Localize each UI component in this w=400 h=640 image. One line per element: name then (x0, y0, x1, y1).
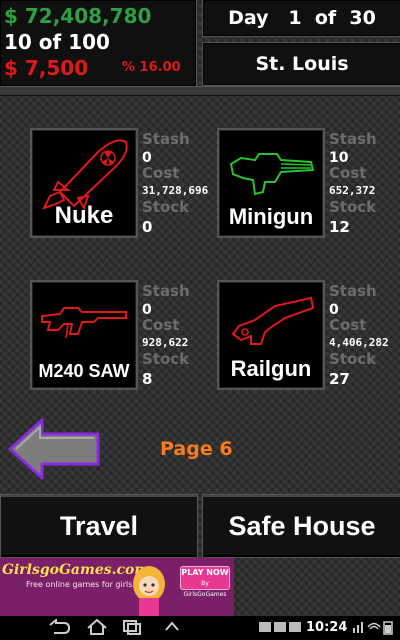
ad-play-button[interactable]: PLAY NOW By GirlsGoGames (180, 566, 230, 598)
stock-value: 27 (329, 370, 350, 388)
nav-up-icon[interactable] (164, 619, 180, 635)
current-city: St. Louis (202, 42, 400, 86)
item-name: Nuke (54, 202, 114, 229)
railgun-icon (231, 296, 315, 345)
ad-play-sub: By GirlsGoGames (183, 580, 227, 598)
item-m240-saw-button[interactable]: M240 SAW (30, 280, 138, 390)
cost-label: Cost (329, 164, 367, 182)
item-name: Railgun (230, 356, 312, 381)
item-railgun-button[interactable]: Railgun (217, 280, 325, 390)
stash-label: Stash (142, 282, 190, 300)
stock-value: 12 (329, 218, 350, 236)
back-arrow-icon[interactable] (8, 418, 102, 480)
item-nuke-button[interactable]: Nuke (30, 128, 138, 238)
nav-home-icon[interactable] (86, 619, 108, 635)
ad-character-icon (133, 566, 165, 616)
nav-recent-apps-icon[interactable] (122, 619, 142, 635)
stock-value: 0 (142, 218, 153, 236)
debt-amount: $ 7,500 (4, 56, 89, 80)
header-divider (0, 86, 400, 96)
stock-label: Stock (142, 198, 190, 216)
ad-play-label: PLAY NOW (181, 568, 229, 577)
nuke-icon (42, 139, 128, 211)
system-navbar: 10:24 (0, 616, 400, 640)
cost-value: 652,372 (329, 184, 376, 197)
inventory-capacity: 10 of 100 (4, 30, 110, 54)
nav-back-icon[interactable] (48, 619, 70, 635)
stock-label: Stock (142, 350, 190, 368)
m240-saw-icon (41, 307, 127, 339)
cost-value: 4,406,282 (329, 336, 389, 349)
travel-button[interactable]: Travel (0, 494, 198, 558)
status-clock: 10:24 (306, 620, 348, 635)
cost-label: Cost (142, 316, 180, 334)
cost-label: Cost (329, 316, 367, 334)
cost-value: 31,728,696 (142, 184, 209, 197)
item-minigun-button[interactable]: Minigun (217, 128, 325, 238)
page-label: Page 6 (160, 438, 233, 460)
status-icons (353, 621, 393, 635)
day-counter: Day 1 of 30 (202, 0, 400, 37)
status-panel: $ 72,408,780 10 of 100 $ 7,500 % 16.00 (0, 0, 197, 87)
stash-label: Stash (329, 130, 377, 148)
item-name: Minigun (228, 204, 314, 229)
notification-icons (259, 622, 301, 632)
stash-label: Stash (142, 130, 190, 148)
minigun-icon (229, 153, 315, 196)
stock-value: 8 (142, 370, 153, 388)
interest-rate: % 16.00 (122, 60, 181, 75)
safe-house-button[interactable]: Safe House (202, 494, 400, 558)
cash-amount: $ 72,408,780 (4, 4, 152, 28)
cost-value: 928,622 (142, 336, 189, 349)
cost-label: Cost (142, 164, 180, 182)
ad-tagline: Free online games for girls (26, 580, 133, 589)
ad-banner[interactable]: GirlsgoGames.com Free online games for g… (0, 558, 234, 616)
stock-label: Stock (329, 350, 377, 368)
stock-label: Stock (329, 198, 377, 216)
stash-label: Stash (329, 282, 377, 300)
item-name: M240 SAW (38, 361, 130, 381)
